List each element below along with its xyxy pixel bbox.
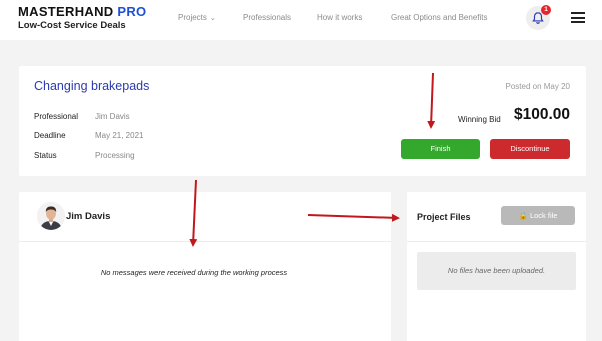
brand-name: MASTERHAND <box>18 4 114 19</box>
divider <box>407 241 586 242</box>
empty-files-text: No files have been uploaded. <box>417 252 576 290</box>
lock-icon: 🔒 <box>518 211 528 220</box>
empty-messages-text: No messages were received during the wor… <box>100 268 288 277</box>
chevron-down-icon: ⌄ <box>209 15 216 22</box>
brand-name-accent: PRO <box>117 4 147 19</box>
avatar <box>37 202 65 230</box>
lock-file-label: Lock file <box>529 211 558 220</box>
project-files-card: Project Files 🔒 Lock file No files have … <box>407 192 586 341</box>
messages-card: Jim Davis No messages were received duri… <box>19 192 391 341</box>
deadline-value: May 21, 2021 <box>95 131 144 140</box>
discontinue-button[interactable]: Discontinue <box>490 139 570 159</box>
professional-value: Jim Davis <box>95 112 130 121</box>
hamburger-menu-icon[interactable] <box>571 12 585 23</box>
participant-name: Jim Davis <box>66 211 111 222</box>
winning-bid-label: Winning Bid <box>458 115 501 124</box>
nav-projects[interactable]: Projects ⌄ <box>178 13 216 22</box>
posted-date: Posted on May 20 <box>505 82 570 91</box>
notification-count-badge: 1 <box>541 5 551 15</box>
status-value: Processing <box>95 151 135 160</box>
professional-label: Professional <box>34 112 79 121</box>
brand-tagline: Low-Cost Service Deals <box>18 20 126 31</box>
winning-bid-value: $100.00 <box>513 106 570 123</box>
brand-logo[interactable]: MASTERHAND PRO <box>18 4 146 19</box>
project-summary-card: Changing brakepads Professional Jim Davi… <box>19 66 586 176</box>
project-files-title: Project Files <box>417 212 471 222</box>
nav-projects-label: Projects <box>178 13 207 22</box>
finish-button[interactable]: Finish <box>401 139 480 159</box>
top-header: MASTERHAND PRO Low-Cost Service Deals Pr… <box>0 0 602 40</box>
divider <box>19 241 391 242</box>
nav-professionals[interactable]: Professionals <box>243 13 291 22</box>
nav-how-it-works[interactable]: How it works <box>317 13 362 22</box>
status-label: Status <box>34 151 57 160</box>
nav-options-benefits[interactable]: Great Options and Benefits <box>391 13 488 22</box>
deadline-label: Deadline <box>34 131 66 140</box>
lock-file-button[interactable]: 🔒 Lock file <box>501 206 575 225</box>
project-title: Changing brakepads <box>34 79 150 93</box>
